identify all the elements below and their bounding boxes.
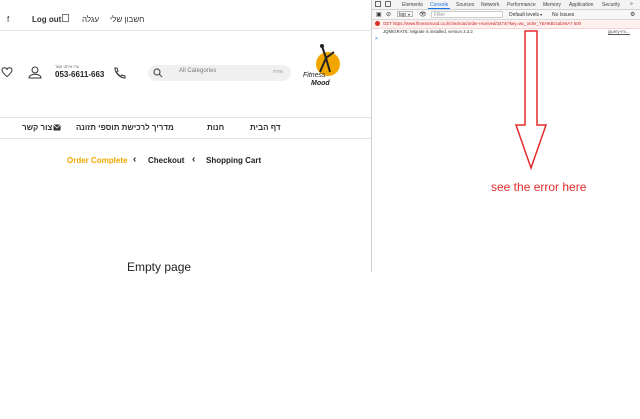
website-viewport: f Log out עגלה חשבון שלי צרו איתנו קשר 0… bbox=[0, 0, 371, 272]
console-info-message: JQMIGRATE: Migrate is installed, version… bbox=[383, 29, 473, 34]
tab-application[interactable]: Application bbox=[569, 2, 593, 8]
nav-shop[interactable]: חנות bbox=[207, 123, 224, 132]
breadcrumb-order-complete: Order Complete bbox=[67, 156, 128, 165]
console-error-message[interactable]: GET https://www.fitnessmood.co.il/checko… bbox=[383, 21, 627, 26]
active-tab-underline bbox=[428, 8, 450, 9]
envelope-icon bbox=[53, 124, 61, 131]
phone-icon bbox=[114, 67, 126, 79]
tab-memory[interactable]: Memory bbox=[543, 2, 561, 8]
cart-link[interactable]: עגלה bbox=[82, 15, 99, 24]
tab-performance[interactable]: Performance bbox=[507, 2, 536, 8]
chevron-down-icon: ▾ bbox=[540, 12, 543, 17]
fitness-mood-logo[interactable]: Fitness Mood bbox=[300, 42, 346, 94]
logout-icon bbox=[62, 14, 69, 22]
search-hint: אחת bbox=[273, 69, 283, 75]
nav-divider bbox=[0, 138, 371, 139]
console-toolbar: ▣ ⊘ top ▾ 👁 Filter Default levels ▾ No I… bbox=[372, 10, 640, 20]
device-toolbar-icon[interactable] bbox=[385, 1, 391, 7]
logo-text-fitness: Fitness bbox=[303, 72, 326, 79]
facebook-link[interactable]: f bbox=[7, 15, 9, 24]
tab-elements[interactable]: Elements bbox=[402, 2, 423, 8]
context-value: top bbox=[399, 12, 406, 18]
wishlist-heart-icon[interactable] bbox=[0, 67, 20, 79]
issues-counter[interactable]: No Issues bbox=[552, 12, 574, 18]
devtools-tab-bar: Elements Console Sources Network Perform… bbox=[372, 0, 640, 10]
chevron-left-icon: ‹ bbox=[192, 154, 196, 165]
tab-network[interactable]: Network bbox=[481, 2, 499, 8]
search-category-placeholder: All Categories bbox=[179, 68, 217, 74]
category-search-box[interactable]: All Categories אחת bbox=[148, 65, 291, 81]
topbar-divider bbox=[0, 30, 371, 31]
filter-placeholder: Filter bbox=[434, 12, 446, 18]
annotation-note: see the error here bbox=[491, 180, 587, 194]
phone-caption: צרו איתנו קשר bbox=[55, 64, 79, 69]
console-settings-gear-icon[interactable]: ⚙ bbox=[630, 11, 635, 18]
tab-security[interactable]: Security bbox=[602, 2, 620, 8]
eye-icon[interactable]: 👁 bbox=[419, 11, 427, 18]
error-icon bbox=[375, 21, 380, 26]
breadcrumb-checkout[interactable]: Checkout bbox=[148, 156, 184, 165]
console-source-link[interactable]: jquery-mi… bbox=[608, 29, 630, 34]
annotation-empty-page: Empty page bbox=[127, 260, 192, 274]
sidebar-toggle-icon[interactable]: ▣ bbox=[376, 11, 382, 18]
nav-supplement-guide[interactable]: מדריך לרכישת תוספי תזונה bbox=[76, 123, 174, 132]
chevron-left-icon: ‹ bbox=[133, 154, 137, 165]
nav-contact[interactable]: צור קשר bbox=[22, 123, 52, 132]
user-account-icon[interactable] bbox=[28, 66, 42, 79]
my-account-link[interactable]: חשבון שלי bbox=[110, 15, 144, 24]
tab-sources[interactable]: Sources bbox=[456, 2, 474, 8]
phone-number[interactable]: 053-6611-663 bbox=[55, 70, 104, 79]
inspect-element-icon[interactable] bbox=[375, 1, 381, 7]
logout-link[interactable]: Log out bbox=[32, 15, 61, 24]
search-icon[interactable] bbox=[153, 68, 163, 78]
logo-text-mood: Mood bbox=[311, 80, 330, 87]
devtools-panel: Elements Console Sources Network Perform… bbox=[371, 0, 640, 272]
header-divider bbox=[0, 117, 371, 118]
breadcrumb-shopping-cart[interactable]: Shopping Cart bbox=[206, 156, 261, 165]
annotation-down-arrow-icon bbox=[515, 30, 547, 170]
log-levels-select[interactable]: Default levels bbox=[509, 12, 539, 18]
console-error-row: GET https://www.fitnessmood.co.il/checko… bbox=[372, 20, 640, 29]
console-prompt[interactable]: > bbox=[375, 36, 378, 42]
more-tabs-icon[interactable]: » bbox=[630, 1, 633, 7]
chevron-down-icon: ▾ bbox=[408, 12, 411, 17]
clear-console-icon[interactable]: ⊘ bbox=[386, 11, 391, 18]
nav-home[interactable]: דף הבית bbox=[250, 123, 281, 132]
